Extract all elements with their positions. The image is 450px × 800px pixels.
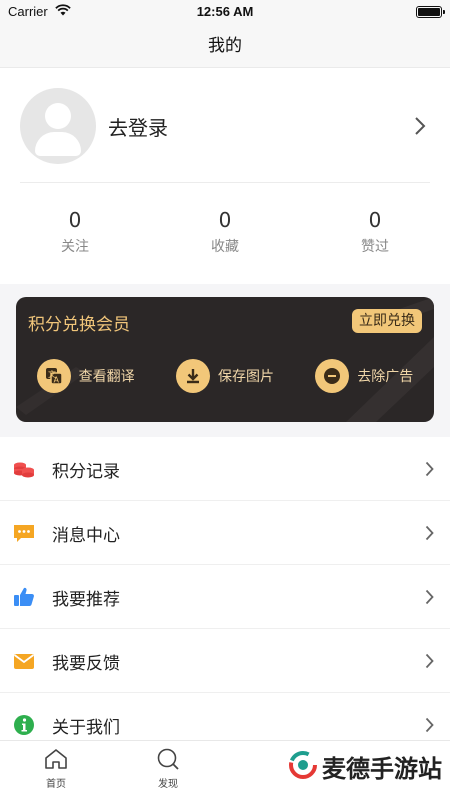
stat-label: 赞过 xyxy=(361,239,389,255)
menu-label: 积分记录 xyxy=(52,462,120,482)
menu-item-recommend[interactable]: 我要推荐 xyxy=(0,565,450,629)
watermark-logo-icon xyxy=(288,750,318,784)
stat-favorites[interactable]: 0 收藏 xyxy=(150,208,300,256)
message-icon xyxy=(12,521,36,545)
stat-likes[interactable]: 0 赞过 xyxy=(300,208,450,256)
redeem-button[interactable]: 立即兑换 xyxy=(352,309,422,333)
menu-label: 关于我们 xyxy=(52,718,120,738)
tab-label: 发现 xyxy=(158,779,178,790)
menu-label: 我要推荐 xyxy=(52,590,120,610)
mail-icon xyxy=(12,649,36,673)
stats-row: 0 关注 0 收藏 0 赞过 xyxy=(0,208,450,256)
watermark: 麦德手游站 xyxy=(288,749,442,784)
stat-value: 0 xyxy=(218,208,232,232)
tab-bar: 首页 发现 麦德手游站 xyxy=(0,740,450,800)
watermark-text: 麦德手游站 xyxy=(322,755,442,783)
tab-home[interactable]: 首页 xyxy=(26,747,86,790)
status-bar: Carrier 12:56 AM xyxy=(0,0,450,24)
page-title: 我的 xyxy=(208,36,242,56)
menu-label: 消息中心 xyxy=(52,526,120,546)
menu-label: 我要反馈 xyxy=(52,654,120,674)
chevron-right-icon xyxy=(425,525,434,545)
clock: 12:56 AM xyxy=(196,4,254,19)
stat-value: 0 xyxy=(68,208,82,232)
remove-ad-icon xyxy=(315,359,350,393)
menu-item-message-center[interactable]: 消息中心 xyxy=(0,501,450,565)
home-icon xyxy=(43,749,69,775)
perk-remove-ads[interactable]: 去除广告 xyxy=(295,359,434,393)
perk-label: 去除广告 xyxy=(357,369,414,385)
divider xyxy=(20,182,430,183)
login-link[interactable]: 去登录 xyxy=(108,112,168,141)
tab-discover[interactable]: 发现 xyxy=(138,747,198,790)
perk-label: 查看翻译 xyxy=(78,369,135,385)
stat-following[interactable]: 0 关注 xyxy=(0,208,150,256)
chevron-right-icon xyxy=(425,461,434,481)
thumbs-up-icon xyxy=(12,585,36,609)
nav-bar: 我的 xyxy=(0,24,450,68)
perk-save-image[interactable]: 保存图片 xyxy=(155,359,294,393)
svg-text:A: A xyxy=(53,376,59,385)
coins-icon xyxy=(12,457,36,481)
stat-label: 收藏 xyxy=(211,239,239,255)
profile-section: 去登录 0 关注 0 收藏 0 赞过 xyxy=(0,68,450,284)
vip-title: 积分兑换会员 xyxy=(28,315,130,335)
perk-label: 保存图片 xyxy=(217,369,274,385)
perk-translate[interactable]: 文A 查看翻译 xyxy=(16,359,155,393)
info-icon xyxy=(12,713,36,737)
tab-label: 首页 xyxy=(46,779,66,790)
chevron-right-icon[interactable] xyxy=(414,116,426,140)
stat-label: 关注 xyxy=(61,239,89,255)
menu-item-feedback[interactable]: 我要反馈 xyxy=(0,629,450,693)
perks-row: 文A 查看翻译 保存图片 去除广告 xyxy=(16,359,434,393)
avatar[interactable] xyxy=(20,88,96,164)
chevron-right-icon xyxy=(425,653,434,673)
chevron-right-icon xyxy=(425,589,434,609)
battery-icon xyxy=(416,6,445,18)
discover-icon xyxy=(155,748,181,775)
stat-value: 0 xyxy=(368,208,382,232)
chevron-right-icon xyxy=(425,717,434,737)
vip-card[interactable]: 积分兑换会员 立即兑换 文A 查看翻译 保存图片 去除广告 xyxy=(16,297,434,422)
download-icon xyxy=(175,359,210,393)
vip-section: 积分兑换会员 立即兑换 文A 查看翻译 保存图片 去除广告 xyxy=(0,284,450,437)
menu-list: 积分记录 消息中心 我要推荐 我要反馈 关于我们 xyxy=(0,437,450,757)
menu-item-points-record[interactable]: 积分记录 xyxy=(0,437,450,501)
translate-icon: 文A xyxy=(36,359,71,393)
